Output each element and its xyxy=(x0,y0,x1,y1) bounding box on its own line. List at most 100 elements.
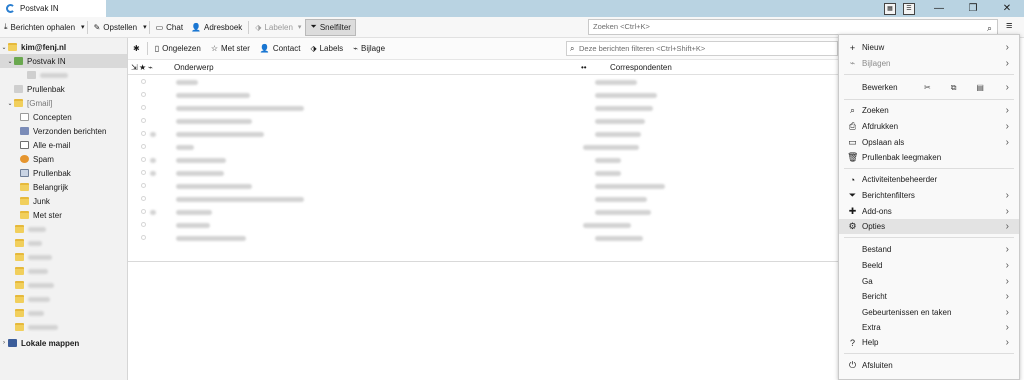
folder-junk[interactable]: Junk xyxy=(0,194,127,208)
message-row[interactable] xyxy=(128,89,838,102)
copy-icon[interactable]: ⧉ xyxy=(951,83,957,93)
quick-filter-button[interactable]: ⏷ Snelfilter xyxy=(305,18,356,36)
menu-new[interactable]: + Nieuw › xyxy=(839,40,1019,55)
contact-filter-button[interactable]: 👤 Contact xyxy=(255,44,306,53)
compose-dropdown-icon[interactable]: ▾ xyxy=(143,23,147,31)
pin-icon[interactable]: ✱ xyxy=(128,44,145,53)
thread-column-icon[interactable]: ⇲ xyxy=(128,63,138,72)
message-row[interactable] xyxy=(128,128,838,141)
attachment-filter-button[interactable]: ⌁ Bijlage xyxy=(348,44,390,53)
read-dot-icon xyxy=(141,92,146,97)
folder-inbox[interactable]: ⌄ Postvak IN xyxy=(0,54,127,68)
folder-blurred[interactable] xyxy=(0,222,127,236)
cut-icon[interactable]: ✂ xyxy=(924,83,931,93)
menu-print[interactable]: ⎙ Afdrukken › xyxy=(839,119,1019,134)
subject-column-header[interactable]: Onderwerp xyxy=(161,63,581,72)
menu-label: Berichtenfilters xyxy=(862,191,915,200)
star-column-icon[interactable]: ★ xyxy=(137,63,147,72)
app-menu-icon[interactable]: ≡ xyxy=(1006,20,1012,32)
expand-icon[interactable]: ⌄ xyxy=(6,58,14,65)
message-row[interactable] xyxy=(128,219,838,232)
folder-blurred[interactable] xyxy=(0,68,127,82)
menu-attachments[interactable]: ⌁ Bijlagen › xyxy=(839,56,1019,71)
menu-file[interactable]: Bestand › xyxy=(839,242,1019,257)
folder-important[interactable]: Belangrijk xyxy=(0,180,127,194)
menu-message[interactable]: Bericht › xyxy=(839,289,1019,304)
folder-blurred[interactable] xyxy=(0,250,127,264)
labels-button[interactable]: ⬗ Labelen ▾ xyxy=(251,19,305,36)
search-input[interactable]: Zoeken <Ctrl+K> ⌕ xyxy=(588,19,998,35)
message-filter-input[interactable]: ⌕ Deze berichten filteren <Ctrl+Shift+K> xyxy=(566,41,838,56)
message-row[interactable] xyxy=(128,115,838,128)
message-row[interactable] xyxy=(128,232,838,245)
correspondents-column-header[interactable]: Correspondenten xyxy=(598,63,672,72)
folder-blurred[interactable] xyxy=(0,320,127,334)
folder-icon xyxy=(20,183,29,191)
folder-gmail-trash[interactable]: Prullenbak xyxy=(0,166,127,180)
maximize-button[interactable]: ❐ xyxy=(956,0,990,17)
address-book-button[interactable]: 👤 Adresboek xyxy=(187,19,246,36)
attachment-column-icon[interactable]: ⌁ xyxy=(147,63,161,72)
local-folders-row[interactable]: › Lokale mappen xyxy=(0,336,127,350)
expand-icon[interactable]: ⌄ xyxy=(0,44,8,51)
message-row[interactable] xyxy=(128,76,838,89)
folder-all-mail[interactable]: Alle e-mail xyxy=(0,138,127,152)
expand-icon[interactable]: ⌄ xyxy=(6,100,14,107)
sent-icon xyxy=(20,127,29,135)
compose-button[interactable]: ✎ Opstellen xyxy=(90,19,142,36)
folder-drafts[interactable]: Concepten xyxy=(0,110,127,124)
menu-message-filters[interactable]: ⏷ Berichtenfilters › xyxy=(839,188,1019,203)
menu-view[interactable]: Beeld › xyxy=(839,258,1019,273)
folder-gmail[interactable]: ⌄ [Gmail] xyxy=(0,96,127,110)
folder-starred[interactable]: Met ster xyxy=(0,208,127,222)
minimize-button[interactable]: — xyxy=(922,0,956,17)
menu-label: Bericht xyxy=(862,292,887,301)
chevron-right-icon: › xyxy=(1005,42,1009,53)
menu-empty-trash[interactable]: 🗑 Prullenbak leegmaken xyxy=(839,150,1019,165)
menu-save-as[interactable]: ▭ Opslaan als › xyxy=(839,135,1019,150)
message-row[interactable] xyxy=(128,141,838,154)
message-row[interactable] xyxy=(128,167,838,180)
message-row[interactable] xyxy=(128,193,838,206)
get-messages-button[interactable]: ⤓ Berichten ophalen xyxy=(0,19,79,36)
paste-icon[interactable]: ▤ xyxy=(976,83,984,93)
get-messages-dropdown-icon[interactable]: ▾ xyxy=(81,23,85,31)
menu-options[interactable]: ⚙ Opties › xyxy=(839,219,1019,234)
folder-blurred[interactable] xyxy=(0,292,127,306)
starred-filter-button[interactable]: ☆ Met ster xyxy=(206,44,255,53)
folder-blurred[interactable] xyxy=(0,278,127,292)
chat-button[interactable]: ▭ Chat xyxy=(152,19,187,36)
tab-inbox[interactable]: Postvak IN xyxy=(0,0,106,17)
folder-blurred[interactable] xyxy=(0,306,127,320)
collapse-icon[interactable]: › xyxy=(0,340,8,346)
labels-filter-button[interactable]: ⬗ Labels xyxy=(305,44,348,53)
folder-blurred[interactable] xyxy=(0,236,127,250)
menu-label: Zoeken xyxy=(862,106,889,115)
folder-spam[interactable]: Spam xyxy=(0,152,127,166)
menu-help[interactable]: ? Help › xyxy=(839,335,1019,350)
menu-quit[interactable]: ⏻ Afsluiten xyxy=(839,358,1019,373)
message-row[interactable] xyxy=(128,180,838,193)
menu-find[interactable]: ⌕ Zoeken › xyxy=(839,103,1019,118)
account-row[interactable]: ⌄ kim@fenj.nl xyxy=(0,40,127,54)
menu-extra[interactable]: Extra › xyxy=(839,320,1019,335)
blurred-mark xyxy=(150,210,156,215)
read-dot-icon xyxy=(141,170,146,175)
menu-addons[interactable]: ✚ Add-ons › xyxy=(839,204,1019,219)
title-bar: Postvak IN ▦ ☰ — ❐ ✕ xyxy=(0,0,1024,17)
menu-go[interactable]: Ga › xyxy=(839,274,1019,289)
close-button[interactable]: ✕ xyxy=(990,0,1024,17)
message-row[interactable] xyxy=(128,206,838,219)
folder-blurred[interactable] xyxy=(0,264,127,278)
folder-trash[interactable]: Prullenbak xyxy=(0,82,127,96)
folder-label: Verzonden berichten xyxy=(33,126,107,136)
message-row[interactable] xyxy=(128,154,838,167)
unread-filter-button[interactable]: ▯ Ongelezen xyxy=(150,44,206,53)
menu-events-tasks[interactable]: Gebeurtenissen en taken › xyxy=(839,305,1019,320)
calendar-tab-icon[interactable]: ▦ xyxy=(884,2,896,15)
tasks-tab-icon[interactable]: ☰ xyxy=(903,2,915,15)
message-row[interactable] xyxy=(128,102,838,115)
menu-activity-manager[interactable]: ◔ Activiteitenbeheerder xyxy=(839,172,1019,187)
read-column-icon[interactable]: •• xyxy=(581,63,598,72)
folder-sent[interactable]: Verzonden berichten xyxy=(0,124,127,138)
